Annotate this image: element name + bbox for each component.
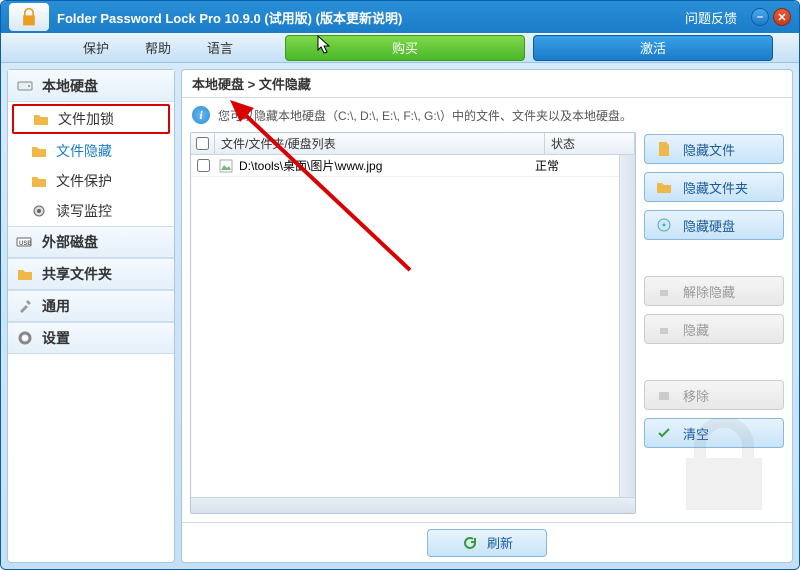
feedback-link[interactable]: 问题反馈 (685, 8, 737, 27)
lock-icon (19, 7, 39, 27)
menu-language[interactable]: 语言 (189, 33, 251, 62)
tools-icon (16, 297, 34, 315)
buy-label: 购买 (392, 38, 418, 57)
cursor-icon (316, 34, 334, 56)
sidebar-section-external[interactable]: USB 外部磁盘 (8, 226, 174, 258)
clear-button[interactable]: 清空 (644, 418, 784, 448)
disk-icon (655, 216, 673, 234)
menubar: 保护 帮助 语言 购买 激活 (1, 33, 799, 63)
refresh-icon (461, 534, 479, 552)
menu-protect[interactable]: 保护 (65, 33, 127, 62)
image-file-icon (217, 157, 235, 175)
file-list: 文件/文件夹/硬盘列表 状态 D:\tools\桌面\图片\www.jpg (190, 132, 636, 514)
hide-icon (655, 320, 673, 338)
list-body: D:\tools\桌面\图片\www.jpg 正常 (191, 155, 619, 497)
row-checkbox[interactable] (191, 159, 215, 172)
usb-icon: USB (16, 233, 34, 251)
refresh-button[interactable]: 刷新 (427, 529, 547, 557)
content-pane: 本地硬盘 > 文件隐藏 i 您可以隐藏本地硬盘（C:\, D:\, E:\, F… (181, 69, 793, 563)
remove-icon (655, 386, 673, 404)
breadcrumb: 本地硬盘 > 文件隐藏 (182, 70, 792, 98)
folder-lock-icon (32, 110, 50, 128)
folder-protect-icon (30, 172, 48, 190)
sidebar-item-file-protect[interactable]: 文件保护 (8, 166, 174, 196)
hide-folder-button[interactable]: 隐藏文件夹 (644, 172, 784, 202)
sidebar-section-local-disk[interactable]: 本地硬盘 (8, 70, 174, 102)
horizontal-scrollbar[interactable] (191, 497, 635, 513)
row-path: D:\tools\桌面\图片\www.jpg (239, 157, 382, 174)
buy-button[interactable]: 购买 (285, 35, 525, 61)
sidebar: 本地硬盘 文件加锁 文件隐藏 文件保护 读写监控 USB 外部磁盘 (7, 69, 175, 563)
unhide-button: 解除隐藏 (644, 276, 784, 306)
sidebar-section-general[interactable]: 通用 (8, 290, 174, 322)
app-window: Folder Password Lock Pro 10.9.0 (试用版) (版… (0, 0, 800, 570)
gear-icon (16, 329, 34, 347)
shared-folder-icon (16, 265, 34, 283)
remove-button: 移除 (644, 380, 784, 410)
header-col-path[interactable]: 文件/文件夹/硬盘列表 (215, 133, 545, 154)
minimize-button[interactable]: – (751, 8, 769, 26)
info-icon: i (192, 106, 210, 124)
file-icon (655, 140, 673, 158)
content-footer: 刷新 (182, 522, 792, 562)
close-button[interactable]: ✕ (773, 8, 791, 26)
folder-icon (655, 178, 673, 196)
sidebar-item-file-hide[interactable]: 文件隐藏 (8, 136, 174, 166)
monitor-icon (30, 202, 48, 220)
disk-icon (16, 77, 34, 95)
action-panel: 隐藏文件 隐藏文件夹 隐藏硬盘 解除隐藏 (644, 132, 784, 514)
svg-text:USB: USB (19, 241, 32, 247)
sidebar-section-settings[interactable]: 设置 (8, 322, 174, 354)
hint-bar: i 您可以隐藏本地硬盘（C:\, D:\, E:\, F:\, G:\）中的文件… (182, 98, 792, 132)
window-title: Folder Password Lock Pro 10.9.0 (试用版) (版… (57, 8, 685, 27)
sidebar-item-rw-monitor[interactable]: 读写监控 (8, 196, 174, 226)
activate-label: 激活 (640, 38, 666, 57)
hide-disk-button[interactable]: 隐藏硬盘 (644, 210, 784, 240)
header-col-status[interactable]: 状态 (545, 133, 635, 154)
hide-file-button[interactable]: 隐藏文件 (644, 134, 784, 164)
unlock-icon (655, 282, 673, 300)
menu-help[interactable]: 帮助 (127, 33, 189, 62)
list-header: 文件/文件夹/硬盘列表 状态 (191, 133, 635, 155)
titlebar: Folder Password Lock Pro 10.9.0 (试用版) (版… (1, 1, 799, 33)
hide-button: 隐藏 (644, 314, 784, 344)
vertical-scrollbar[interactable] (619, 155, 635, 497)
header-checkbox[interactable] (191, 133, 215, 154)
activate-button[interactable]: 激活 (533, 35, 773, 61)
main-body: 本地硬盘 文件加锁 文件隐藏 文件保护 读写监控 USB 外部磁盘 (1, 63, 799, 569)
sidebar-section-shared[interactable]: 共享文件夹 (8, 258, 174, 290)
check-icon (655, 424, 673, 442)
sidebar-item-file-lock[interactable]: 文件加锁 (12, 104, 170, 134)
row-status: 正常 (529, 157, 619, 174)
hint-text: 您可以隐藏本地硬盘（C:\, D:\, E:\, F:\, G:\）中的文件、文… (218, 107, 632, 124)
folder-hide-icon (30, 142, 48, 160)
list-row[interactable]: D:\tools\桌面\图片\www.jpg 正常 (191, 155, 619, 177)
app-logo (9, 3, 49, 31)
